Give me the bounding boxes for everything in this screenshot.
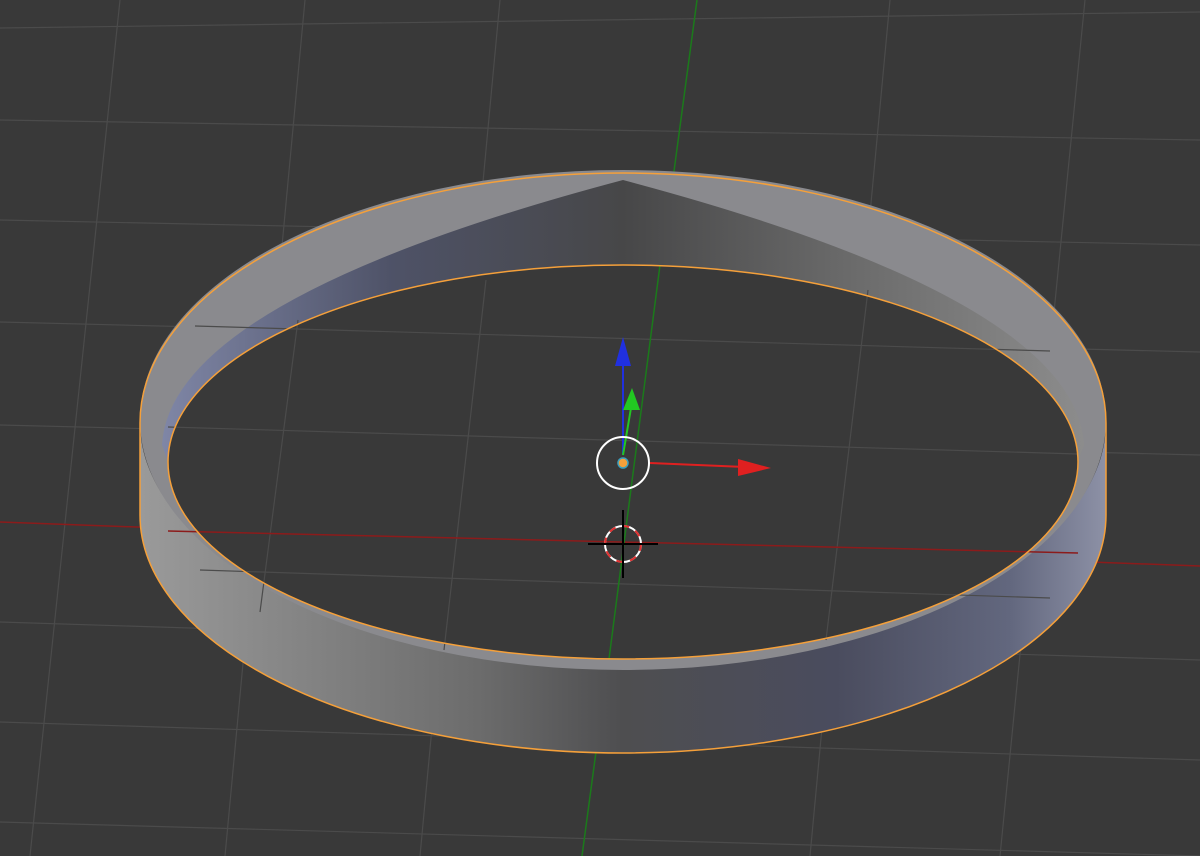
- 3d-viewport[interactable]: [0, 0, 1200, 856]
- viewport-canvas[interactable]: [0, 0, 1200, 856]
- object-origin-icon: [617, 457, 629, 469]
